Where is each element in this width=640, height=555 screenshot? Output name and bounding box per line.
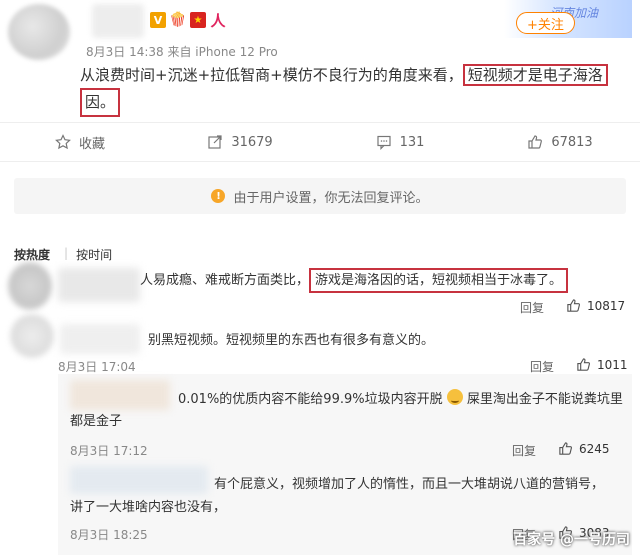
awkward-emoji-icon [446, 389, 463, 405]
post-meta: 8月3日 14:38 来自 iPhone 12 Pro [86, 45, 278, 59]
sub-comment-author-blurred[interactable] [70, 466, 208, 494]
comment-count: 131 [399, 134, 425, 150]
comment-button[interactable]: 131 [320, 134, 480, 150]
notice-text: 由于用户设置，你无法回复评论。 [233, 190, 429, 206]
verified-badge-icon: V [150, 12, 166, 28]
tab-sort-hot[interactable]: 按热度 [14, 246, 56, 263]
tab-divider: | [64, 246, 69, 260]
tab-sort-time[interactable]: 按时间 [76, 246, 118, 263]
sub-comment-text-cont: 讲了一大堆啥内容也没有， [70, 500, 227, 515]
repost-count: 31679 [231, 134, 273, 150]
sub-comment-like-button[interactable]: 6245 [558, 441, 610, 456]
post-content-highlight-end: 因。 [80, 88, 121, 117]
follow-button[interactable]: +关注 [516, 12, 575, 34]
reply-disabled-notice: ! 由于用户设置，你无法回复评论。 [14, 178, 626, 214]
comment-text-part: 人易成瘾、难戒断方面类比， [140, 273, 310, 288]
thumbs-up-icon [528, 135, 543, 149]
sub-comment-time: 8月3日 18:25 [70, 528, 148, 542]
weibo-post: V 🍿 ★ 人 河南加油 +关注 8月3日 14:38 来自 iPhone 12… [0, 0, 640, 122]
china-flag-icon: ★ [190, 12, 206, 28]
comment-like-count: 10817 [587, 298, 626, 313]
sub-comment-text-part: 屎里淘出金子不能说粪坑里 [466, 392, 623, 407]
like-button[interactable]: 67813 [480, 134, 640, 150]
comment-avatar[interactable] [10, 314, 54, 358]
sub-comment-text-cont: 都是金子 [70, 414, 123, 429]
favorite-button[interactable]: 收藏 [0, 133, 160, 152]
comment-like-button[interactable]: 1011 [576, 357, 628, 372]
follow-area: 河南加油 +关注 [504, 0, 632, 38]
star-icon [55, 134, 71, 150]
watermark: 百家号 @一号历司 [513, 532, 630, 548]
post-content-highlight: 短视频才是电子海洛 [462, 64, 608, 86]
repost-button[interactable]: 31679 [160, 134, 320, 150]
comment-reply-button[interactable]: 回复 [530, 358, 554, 375]
sub-comment-text: 0.01%的优质内容不能给99.9%垃圾内容开脱 屎里淘出金子不能说粪坑里 [178, 389, 623, 411]
comment-time: 8月3日 17:04 [58, 360, 136, 374]
author-badges: V 🍿 ★ 人 [150, 11, 226, 30]
comment-text-highlight: 游戏是海洛因的话，短视频相当于冰毒了。 [309, 268, 569, 293]
comment-icon [376, 135, 391, 150]
comment-author-blurred[interactable] [60, 324, 140, 354]
post-content-text: 从浪费时间+沉迷+拉低智商+模仿不良行为的角度来看， [80, 66, 463, 84]
comment-author-blurred[interactable] [58, 268, 140, 302]
sub-comment-text-part: 0.01%的优质内容不能给99.9%垃圾内容开脱 [178, 392, 443, 407]
post-content: 从浪费时间+沉迷+拉低智商+模仿不良行为的角度来看， 短视频才是电子海洛 因。 [80, 63, 635, 117]
favorite-label: 收藏 [78, 136, 105, 152]
warning-icon: ! [211, 189, 226, 203]
sub-comment-time: 8月3日 17:12 [70, 444, 148, 458]
thumbs-up-icon [559, 442, 573, 455]
sub-comment-text: 有个屁意义，视频增加了人的惰性，而且一大堆胡说八道的营销号， [214, 477, 605, 492]
sub-comment-reply-button[interactable]: 回复 [512, 442, 536, 459]
comment-like-count: 1011 [597, 357, 628, 372]
comment-text: 人易成瘾、难戒断方面类比， 游戏是海洛因的话，短视频相当于冰毒了。 [140, 268, 569, 293]
post-action-bar: 收藏 31679 131 67813 [0, 122, 640, 162]
sub-comment-like-count: 6245 [579, 441, 610, 456]
fan-badge-icon: 人 [210, 11, 226, 30]
comment-like-button[interactable]: 10817 [566, 298, 625, 313]
comment-text: 别黑短视频。短视频里的东西也有很多有意义的。 [148, 333, 435, 348]
comment-avatar[interactable] [8, 262, 52, 310]
popcorn-badge-icon: 🍿 [169, 12, 187, 28]
thumbs-up-icon [577, 358, 591, 371]
like-count: 67813 [551, 134, 593, 150]
comment-reply-button[interactable]: 回复 [520, 299, 544, 316]
comment-sort-tabs: 按热度 | 按时间 [14, 246, 118, 263]
repost-icon [208, 135, 222, 149]
author-avatar[interactable] [8, 4, 70, 60]
sub-comment-author-blurred[interactable] [70, 380, 170, 410]
author-name-blurred[interactable] [92, 4, 144, 38]
thumbs-up-icon [567, 299, 581, 312]
